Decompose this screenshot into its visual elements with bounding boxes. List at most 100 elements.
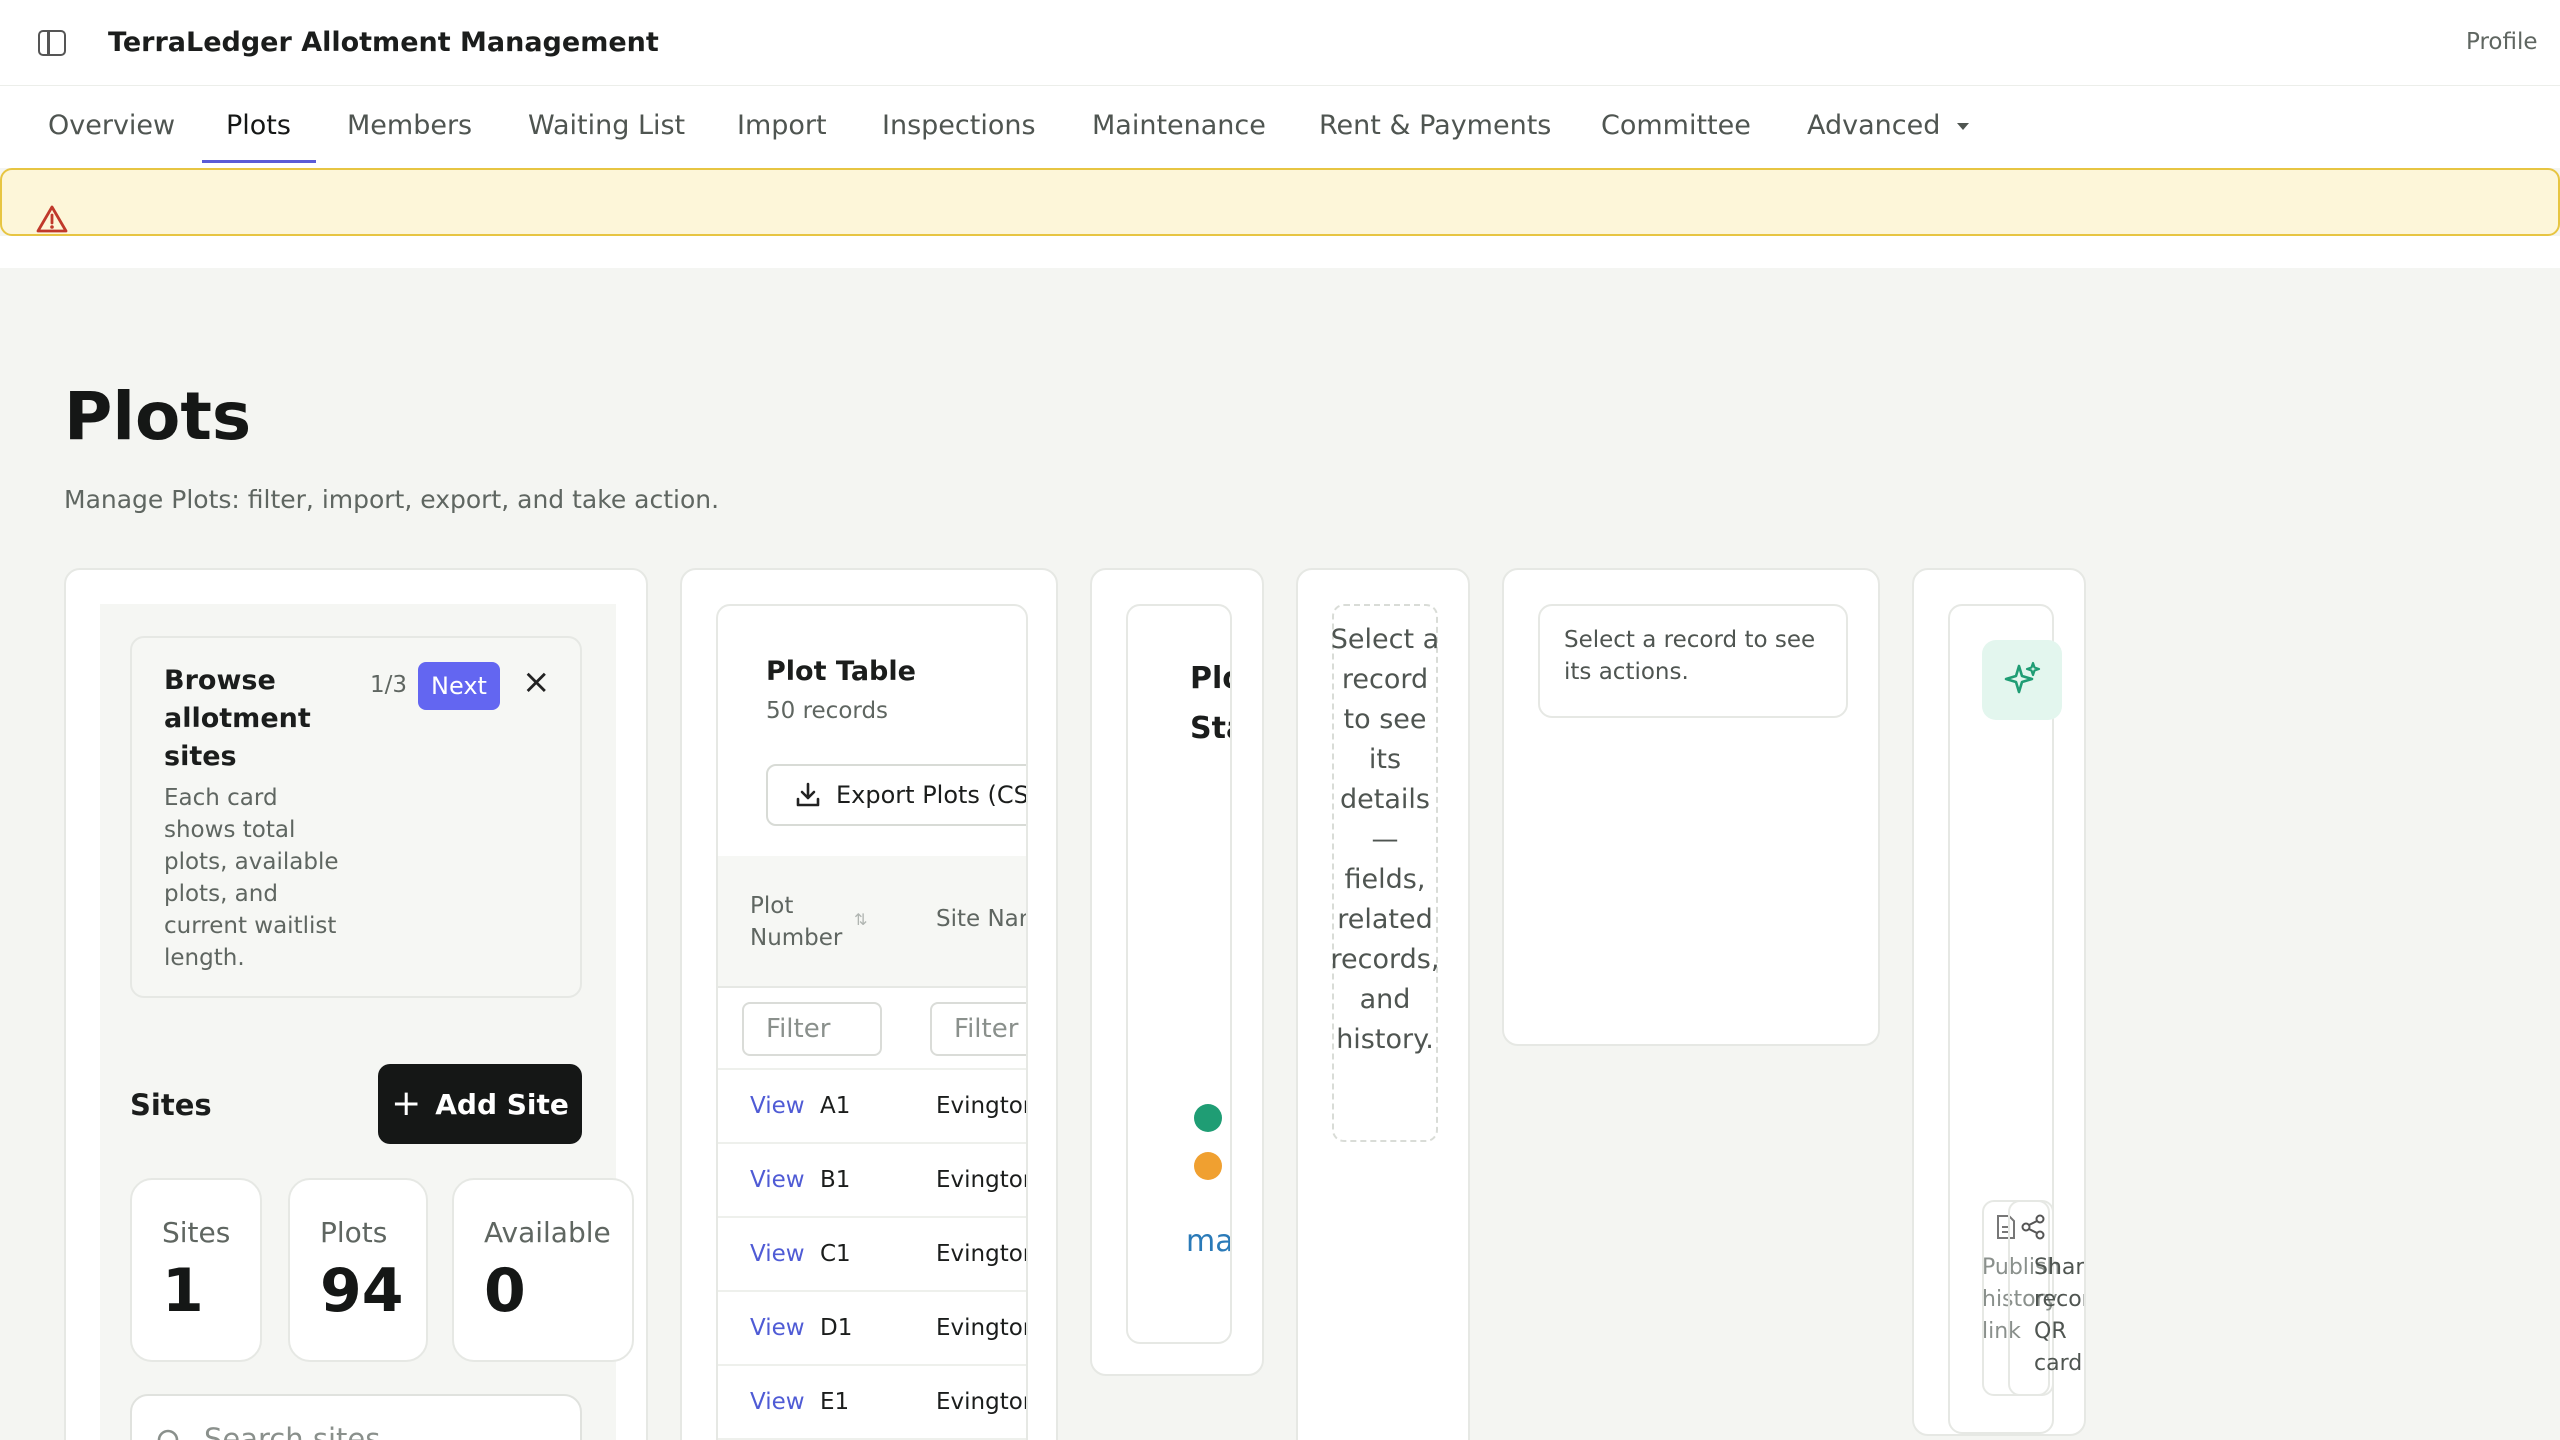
tour-next-button[interactable]: Next (418, 662, 500, 710)
filter-site-name-input[interactable]: Filter (930, 1002, 1026, 1056)
stat-plots-label: Plots (320, 1216, 388, 1249)
ai-assist-button[interactable] (1982, 640, 2062, 720)
details-empty-text: Select a record to see its details — fie… (1330, 624, 1440, 1055)
site-name-cell: Evingtor (936, 1093, 1028, 1119)
sites-panel: Browse allotment sites Each card shows t… (100, 604, 634, 1440)
export-plots-label: Export Plots (CSV) (836, 781, 1028, 809)
legend-item-maintenance: maint (1186, 1224, 1232, 1259)
search-sites-input[interactable]: Search sites... (130, 1394, 582, 1440)
details-card: Select a record to see its details — fie… (1296, 568, 1470, 1440)
column-header-plot-number[interactable]: Plot Number (750, 890, 850, 954)
plot-status-title-line1: Plot (1190, 661, 1230, 696)
share-record-label: Share record QR card (2034, 1255, 2084, 1376)
view-link[interactable]: View (750, 1389, 805, 1415)
tab-members[interactable]: Members (347, 110, 472, 141)
plot-status-card: Plot Statu all av maint (1090, 568, 1264, 1376)
sites-heading: Sites (130, 1088, 212, 1122)
legend-label: av (1230, 1148, 1232, 1183)
plot-number-cell: B1 (820, 1167, 851, 1193)
tab-waiting-list[interactable]: Waiting List (528, 110, 685, 141)
tour-step-counter: 1/3 (370, 672, 408, 698)
sites-card: Browse allotment sites Each card shows t… (64, 568, 648, 1440)
tab-rent-payments[interactable]: Rent & Payments (1319, 110, 1551, 141)
app-title: TerraLedger Allotment Management (108, 27, 659, 58)
legend-dot (1194, 1103, 1222, 1132)
tab-committee[interactable]: Committee (1601, 110, 1751, 141)
actions-empty-text: Select a record to see its actions. (1564, 627, 1816, 685)
profile-link[interactable]: Profile (2466, 29, 2538, 55)
share-icon (2021, 1214, 2045, 1240)
plot-number-cell: C1 (820, 1241, 851, 1267)
table-row: View B1 Evingtor (718, 1144, 1026, 1218)
share-card: Publish history link Share record QR car… (1912, 568, 2086, 1436)
page-title: Plots (64, 378, 252, 455)
caret-down-icon (1956, 123, 1969, 130)
tour-popover: Browse allotment sites Each card shows t… (130, 636, 582, 998)
sidebar-toggle-icon[interactable] (38, 30, 66, 56)
plot-status-title: Plot Statu (1190, 654, 1230, 754)
plot-status-panel: Plot Statu all av maint (1126, 604, 1232, 1344)
view-link[interactable]: View (750, 1241, 805, 1267)
tab-bar: Overview Plots Members Waiting List Impo… (0, 86, 2560, 168)
page-subtitle: Manage Plots: filter, import, export, an… (64, 485, 720, 514)
share-panel: Publish history link Share record QR car… (1948, 604, 2084, 1434)
active-tab-indicator (202, 160, 316, 163)
tab-maintenance[interactable]: Maintenance (1092, 110, 1266, 141)
stat-available-value: 0 (484, 1256, 526, 1326)
plot-number-cell: A1 (820, 1093, 851, 1119)
tab-inspections[interactable]: Inspections (882, 110, 1036, 141)
legend-item: all (1194, 1100, 1232, 1135)
export-plots-button[interactable]: Export Plots (CSV) (766, 764, 1028, 826)
view-link[interactable]: View (750, 1167, 805, 1193)
tab-import[interactable]: Import (737, 110, 827, 141)
download-icon (796, 782, 820, 807)
search-icon (157, 1429, 179, 1440)
legend-item: av (1194, 1148, 1232, 1183)
warning-banner (0, 168, 2560, 236)
table-row: View E1 Evingtor (718, 1366, 1026, 1440)
actions-card: Select a record to see its actions. (1502, 568, 1880, 1046)
plot-table-count: 50 records (766, 698, 889, 724)
table-row: View C1 Evingtor (718, 1218, 1028, 1292)
stat-plots-value: 94 (320, 1256, 404, 1326)
plot-table-card: Plot Table 50 records Export Plots (CSV)… (680, 568, 1058, 1440)
tab-advanced-label: Advanced (1807, 110, 1941, 141)
plot-number-cell: D1 (820, 1315, 853, 1341)
tour-title: Browse allotment sites (164, 665, 311, 772)
stat-plots: Plots 94 (288, 1178, 428, 1362)
plot-table-title: Plot Table (766, 656, 916, 687)
tab-plots[interactable]: Plots (226, 110, 291, 141)
tour-body: Each card shows total plots, available p… (164, 785, 339, 971)
banner-spacer (0, 236, 2560, 268)
actions-empty-state: Select a record to see its actions. (1538, 604, 1848, 718)
table-row: View A1 Evingtor (718, 1070, 1028, 1144)
column-header-site-name[interactable]: Site Nar (936, 906, 1026, 932)
site-name-cell: Evingtor (936, 1315, 1028, 1341)
plus-icon: + (391, 1083, 422, 1124)
top-bar: TerraLedger Allotment Management Profile (0, 0, 2560, 86)
warning-icon (36, 205, 68, 233)
filter-row: Filter Filter (718, 988, 1026, 1070)
details-empty-state: Select a record to see its details — fie… (1330, 604, 1440, 1142)
close-icon[interactable]: × (522, 662, 551, 702)
table-header-row: Plot Number ⇅ Site Nar (718, 856, 1026, 988)
stat-sites-label: Sites (162, 1216, 231, 1249)
tab-advanced[interactable]: Advanced (1807, 110, 1969, 141)
stat-sites: Sites 1 (130, 1178, 262, 1362)
sort-icon[interactable]: ⇅ (854, 910, 867, 929)
stat-sites-value: 1 (162, 1256, 204, 1326)
filter-plot-number-input[interactable]: Filter (742, 1002, 882, 1056)
plot-table-panel: Plot Table 50 records Export Plots (CSV)… (716, 604, 1028, 1440)
add-site-button[interactable]: + Add Site (378, 1064, 582, 1144)
share-record-qr-button[interactable]: Share record QR card (2008, 1200, 2084, 1396)
add-site-label: Add Site (435, 1087, 569, 1121)
table-row: View D1 Evingtor (718, 1292, 1028, 1366)
view-link[interactable]: View (750, 1093, 805, 1119)
plot-number-cell: E1 (820, 1389, 850, 1415)
legend-label: all (1230, 1100, 1232, 1135)
tab-overview[interactable]: Overview (48, 110, 175, 141)
legend-dot (1194, 1151, 1222, 1180)
plot-status-title-line2: Statu (1190, 711, 1230, 746)
site-name-cell: Evingtor (936, 1241, 1028, 1267)
view-link[interactable]: View (750, 1315, 805, 1341)
